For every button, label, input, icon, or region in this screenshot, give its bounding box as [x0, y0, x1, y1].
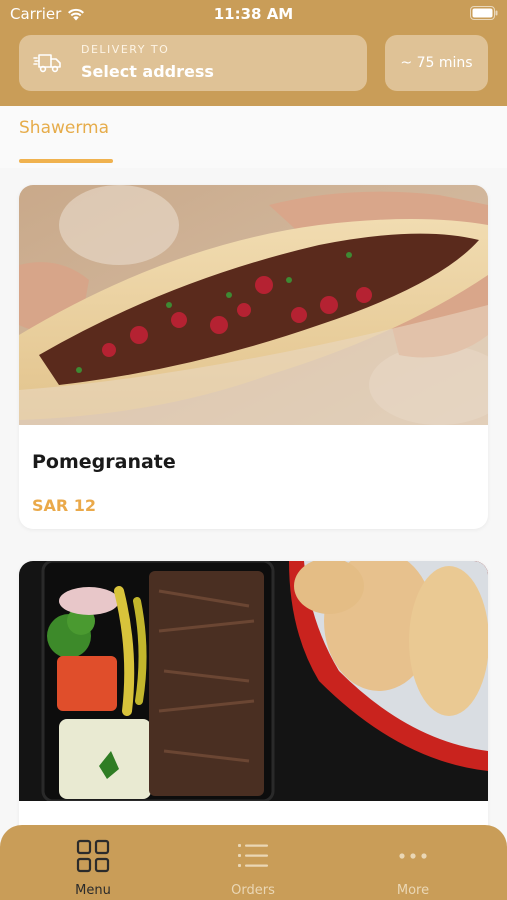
tab-orders[interactable]: Orders	[203, 839, 303, 898]
status-time: 11:38 AM	[213, 5, 294, 23]
status-bar: Carrier 11:38 AM	[0, 0, 507, 28]
tab-more-label: More	[396, 883, 430, 898]
product-card[interactable]	[19, 561, 488, 841]
tab-menu-label: Menu	[75, 883, 111, 898]
category-tabs: Shawerma	[0, 106, 507, 168]
product-image	[19, 561, 488, 801]
active-tab-indicator	[19, 159, 113, 163]
delivery-eta[interactable]: ~ 75 mins	[385, 35, 488, 91]
list-icon	[238, 844, 268, 867]
product-card[interactable]: Pomegranate SAR 12	[19, 185, 488, 529]
tab-shawerma[interactable]: Shawerma	[19, 118, 109, 138]
app-header: Carrier 11:38 AM DELIVERY TO Select addr…	[0, 0, 507, 106]
grid-icon	[76, 839, 110, 873]
delivery-address: Select address	[81, 62, 214, 81]
tab-orders-label: Orders	[231, 883, 275, 898]
delivery-address-selector[interactable]: DELIVERY TO Select address	[19, 35, 367, 91]
battery-icon	[470, 6, 498, 24]
more-dots-icon	[399, 853, 427, 859]
product-price: SAR 12	[32, 496, 97, 515]
bottom-tab-bar: Menu Orders More	[0, 825, 507, 900]
tab-menu[interactable]: Menu	[43, 839, 143, 898]
product-name: Pomegranate	[32, 451, 176, 473]
product-image	[19, 185, 488, 425]
delivery-truck-icon	[33, 54, 61, 73]
tab-more[interactable]: More	[363, 839, 463, 898]
delivery-label: DELIVERY TO	[81, 43, 170, 56]
